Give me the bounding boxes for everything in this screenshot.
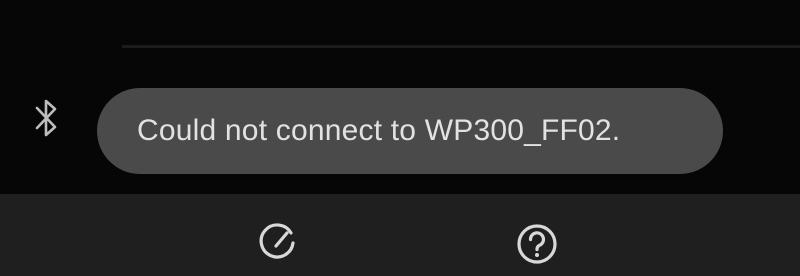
toast-message: Could not connect to WP300_FF02.	[137, 114, 621, 147]
help-icon[interactable]	[514, 221, 560, 267]
refresh-icon[interactable]	[254, 221, 300, 267]
divider-line	[122, 45, 800, 48]
bluetooth-icon	[35, 99, 57, 137]
toast-notification: Could not connect to WP300_FF02.	[97, 88, 723, 174]
bottom-action-bar	[0, 194, 800, 276]
app-screen: Could not connect to WP300_FF02.	[0, 0, 800, 276]
